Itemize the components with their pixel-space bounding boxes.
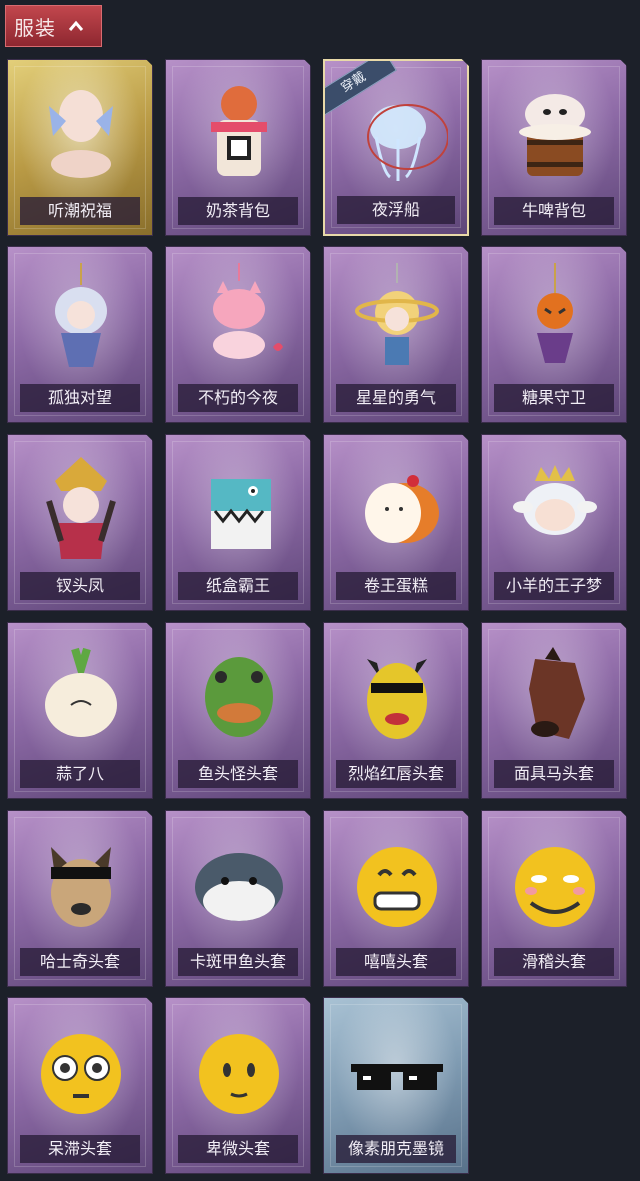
- item-label: 听潮祝福: [20, 197, 140, 225]
- item-card[interactable]: 烈焰红唇头套: [323, 622, 469, 799]
- horse-mask-icon: [529, 647, 585, 739]
- category-toggle[interactable]: 服装: [5, 5, 102, 47]
- item-label: 嘻嘻头套: [336, 948, 456, 976]
- item-card[interactable]: 星星的勇气: [323, 246, 469, 423]
- item-card[interactable]: 孤独对望: [7, 246, 153, 423]
- category-title: 服装: [14, 15, 56, 40]
- jellyfish-icon: [367, 104, 448, 181]
- item-label: 孤独对望: [20, 384, 140, 412]
- humble-emoji-icon: [199, 1034, 279, 1114]
- chevron-up-icon: [68, 20, 84, 31]
- item-card[interactable]: 嘻嘻头套: [323, 810, 469, 987]
- cow-beer-barrel-icon: [519, 94, 591, 176]
- fish-head-mask-icon: [205, 657, 273, 737]
- item-label: 鱼头怪头套: [178, 760, 298, 788]
- item-label: 不朽的今夜: [178, 384, 298, 412]
- prince-charm-icon: [355, 263, 439, 365]
- item-label: 卑微头套: [178, 1135, 298, 1163]
- item-label: 卡斑甲鱼头套: [178, 948, 298, 976]
- fish-mask-icon: [195, 853, 283, 921]
- item-label: 夜浮船: [337, 196, 455, 224]
- item-label: 糖果守卫: [494, 384, 614, 412]
- item-label: 牛啤背包: [494, 197, 614, 225]
- item-label: 呆滞头套: [20, 1135, 140, 1163]
- item-card[interactable]: 蒜了八: [7, 622, 153, 799]
- pixel-sunglasses-icon: [351, 1064, 443, 1090]
- item-card[interactable]: 呆滞头套: [7, 997, 153, 1174]
- item-card[interactable]: 穿戴 夜浮船: [323, 59, 469, 236]
- item-card[interactable]: 糖果守卫: [481, 246, 627, 423]
- item-card[interactable]: 卷王蛋糕: [323, 434, 469, 611]
- item-label: 纸盒霸王: [178, 572, 298, 600]
- item-label: 星星的勇气: [336, 384, 456, 412]
- item-card[interactable]: 不朽的今夜: [165, 246, 311, 423]
- doll-charm-icon: [55, 263, 107, 367]
- item-label: 蒜了八: [20, 760, 140, 788]
- item-card[interactable]: 鱼头怪头套: [165, 622, 311, 799]
- ghost-doll-icon: [49, 90, 113, 178]
- grin-emoji-icon: [357, 847, 437, 927]
- item-label: 像素朋克墨镜: [336, 1135, 456, 1163]
- item-card[interactable]: 牛啤背包: [481, 59, 627, 236]
- item-card[interactable]: 滑稽头套: [481, 810, 627, 987]
- husky-mask-icon: [51, 847, 111, 927]
- crowned-sheep-icon: [513, 465, 597, 535]
- item-label: 奶茶背包: [178, 197, 298, 225]
- item-card[interactable]: 奶茶背包: [165, 59, 311, 236]
- item-card[interactable]: 卡斑甲鱼头套: [165, 810, 311, 987]
- item-label: 小羊的王子梦: [494, 572, 614, 600]
- item-card[interactable]: 小羊的王子梦: [481, 434, 627, 611]
- item-card[interactable]: 像素朋克墨镜: [323, 997, 469, 1174]
- item-card[interactable]: 钗头凤: [7, 434, 153, 611]
- item-card[interactable]: 纸盒霸王: [165, 434, 311, 611]
- item-label: 卷王蛋糕: [336, 572, 456, 600]
- item-label: 钗头凤: [20, 572, 140, 600]
- item-label: 滑稽头套: [494, 948, 614, 976]
- item-card[interactable]: 面具马头套: [481, 622, 627, 799]
- box-dinosaur-icon: [211, 479, 271, 549]
- roll-cake-icon: [365, 475, 439, 543]
- garlic-icon: [45, 647, 117, 737]
- phoenix-crown-doll-icon: [46, 457, 116, 559]
- item-label: 面具马头套: [494, 760, 614, 788]
- item-card[interactable]: 听潮祝福: [7, 59, 153, 236]
- pumpkin-charm-icon: [537, 263, 573, 363]
- item-label: 哈士奇头套: [20, 948, 140, 976]
- pink-fox-charm-icon: [213, 263, 283, 359]
- milk-tea-fox-icon: [211, 86, 267, 176]
- dazed-emoji-icon: [41, 1034, 121, 1114]
- item-card[interactable]: 卑微头套: [165, 997, 311, 1174]
- item-card[interactable]: 哈士奇头套: [7, 810, 153, 987]
- item-label: 烈焰红唇头套: [336, 760, 456, 788]
- pikachu-mask-icon: [367, 659, 427, 739]
- smirk-emoji-icon: [515, 847, 595, 927]
